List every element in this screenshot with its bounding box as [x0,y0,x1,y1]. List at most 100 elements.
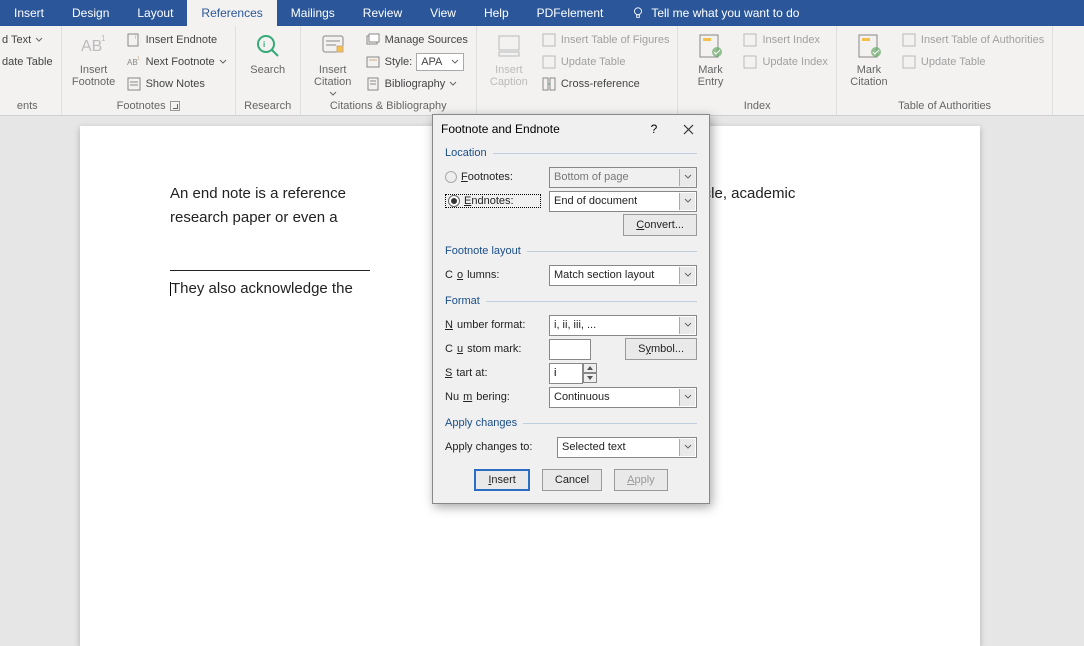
spin-down-button[interactable] [583,373,597,383]
insert-footnote-button[interactable]: AB1 Insert Footnote [68,28,120,88]
search-button[interactable]: i Search [242,28,294,76]
group-index: Mark Entry Insert Index Update Index Ind… [678,26,836,115]
ribbon: d Text date Table ents AB1 Insert Footno… [0,26,1084,116]
mark-citation-icon [853,30,885,62]
footnote-icon: AB1 [78,30,110,62]
update-toa-icon [901,54,917,70]
ribbon-tabbar: Insert Design Layout References Mailings… [0,0,1084,26]
group-footnotes-label: Footnotes [68,99,229,115]
table-of-figures-icon [541,32,557,48]
numbering-combo[interactable]: Continuous [549,387,697,408]
start-at-input[interactable] [549,363,583,384]
dialog-titlebar[interactable]: Footnote and Endnote ? [433,115,709,143]
update-table-icon [541,54,557,70]
start-at-spinner[interactable] [549,363,597,384]
caption-icon [493,30,525,62]
lightbulb-icon [631,6,645,20]
tab-mailings[interactable]: Mailings [277,0,349,26]
tell-me-text: Tell me what you want to do [651,6,799,20]
dialog-title: Footnote and Endnote [441,122,633,136]
start-at-label: Start at: [445,367,541,379]
insert-citation-button[interactable]: Insert Citation [307,28,359,98]
custom-mark-label: Custom mark: [445,343,541,355]
cross-reference-icon [541,76,557,92]
columns-combo[interactable]: Match section layout [549,265,697,286]
insert-table-of-figures-button[interactable]: Insert Table of Figures [539,30,672,50]
dialog-close-button[interactable] [675,118,701,140]
svg-text:i: i [135,35,136,41]
svg-text:AB: AB [81,38,102,55]
show-notes-button[interactable]: Show Notes [124,74,229,94]
radio-icon [445,171,457,183]
insert-toa-icon [901,32,917,48]
cross-reference-button[interactable]: Cross-reference [539,74,672,94]
apply-to-combo[interactable]: Selected text [557,437,697,458]
numbering-label: Numbering: [445,391,541,403]
group-research-label: Research [242,99,294,115]
group-citations: Insert Citation Manage Sources Style: AP… [301,26,477,115]
symbol-button[interactable]: Symbol... [625,338,697,360]
apply-to-label: Apply changes to: [445,441,549,453]
tab-help[interactable]: Help [470,0,523,26]
tab-review[interactable]: Review [349,0,416,26]
number-format-combo[interactable]: i, ii, iii, ... [549,315,697,336]
tab-references[interactable]: References [187,0,276,26]
tab-insert[interactable]: Insert [0,0,58,26]
footnotes-radio[interactable]: Footnotes: [445,171,541,183]
section-apply-changes: Apply changes Apply changes to: Selected… [445,417,697,459]
endnote-icon: i [126,32,142,48]
bibliography-icon [365,76,381,92]
show-notes-icon [126,76,142,92]
cancel-button[interactable]: Cancel [542,469,602,491]
endnotes-position-combo[interactable]: End of document [549,191,697,212]
update-captions-table-button[interactable]: Update Table [539,52,672,72]
section-apply-heading: Apply changes [445,417,697,429]
number-format-label: Number format: [445,319,541,331]
update-toa-button[interactable]: Update Table [899,52,1046,72]
section-layout-heading: Footnote layout [445,245,697,257]
search-icon: i [252,30,284,62]
mark-citation-button[interactable]: Mark Citation [843,28,895,88]
mark-entry-icon [694,30,726,62]
manage-sources-icon [365,32,381,48]
section-footnote-layout: Footnote layout Columns: Match section l… [445,245,697,287]
next-footnote-button[interactable]: AB1 Next Footnote [124,52,229,72]
insert-toa-button[interactable]: Insert Table of Authorities [899,30,1046,50]
bibliography-button[interactable]: Bibliography [363,74,470,94]
insert-caption-button[interactable]: Insert Caption [483,28,535,88]
insert-index-button[interactable]: Insert Index [740,30,829,50]
section-location-heading: Location [445,147,697,159]
dialog-help-button[interactable]: ? [641,118,667,140]
style-icon [365,54,381,70]
tab-design[interactable]: Design [58,0,123,26]
update-index-button[interactable]: Update Index [740,52,829,72]
update-toc-button[interactable]: date Table [0,52,55,72]
tab-layout[interactable]: Layout [123,0,187,26]
add-text-button[interactable]: d Text [0,30,55,50]
section-format-heading: Format [445,295,697,307]
tab-view[interactable]: View [416,0,470,26]
mark-entry-button[interactable]: Mark Entry [684,28,736,88]
citation-style-select[interactable]: Style: APA [363,52,470,72]
svg-text:i: i [263,40,265,49]
group-toa-label: Table of Authorities [843,99,1046,115]
group-captions: Insert Caption Insert Table of Figures U… [477,26,679,115]
footnotes-position-combo: Bottom of page [549,167,697,188]
insert-endnote-button[interactable]: i Insert Endnote [124,30,229,50]
group-citations-label: Citations & Bibliography [307,99,470,115]
endnotes-radio[interactable]: Endnotes: [445,194,541,208]
group-footnotes: AB1 Insert Footnote i Insert Endnote AB1… [62,26,236,115]
manage-sources-button[interactable]: Manage Sources [363,30,470,50]
spin-up-button[interactable] [583,363,597,373]
custom-mark-input[interactable] [549,339,591,360]
tab-pdfelement[interactable]: PDFelement [523,0,618,26]
insert-index-icon [742,32,758,48]
tell-me-search[interactable]: Tell me what you want to do [617,0,813,26]
insert-button[interactable]: Insert [474,469,530,491]
citation-icon [317,30,349,62]
convert-button[interactable]: Convert... [623,214,697,236]
apply-button[interactable]: Apply [614,469,668,491]
update-index-icon [742,54,758,70]
group-toa: Mark Citation Insert Table of Authoritie… [837,26,1053,115]
footnotes-dialog-launcher[interactable] [170,101,180,111]
